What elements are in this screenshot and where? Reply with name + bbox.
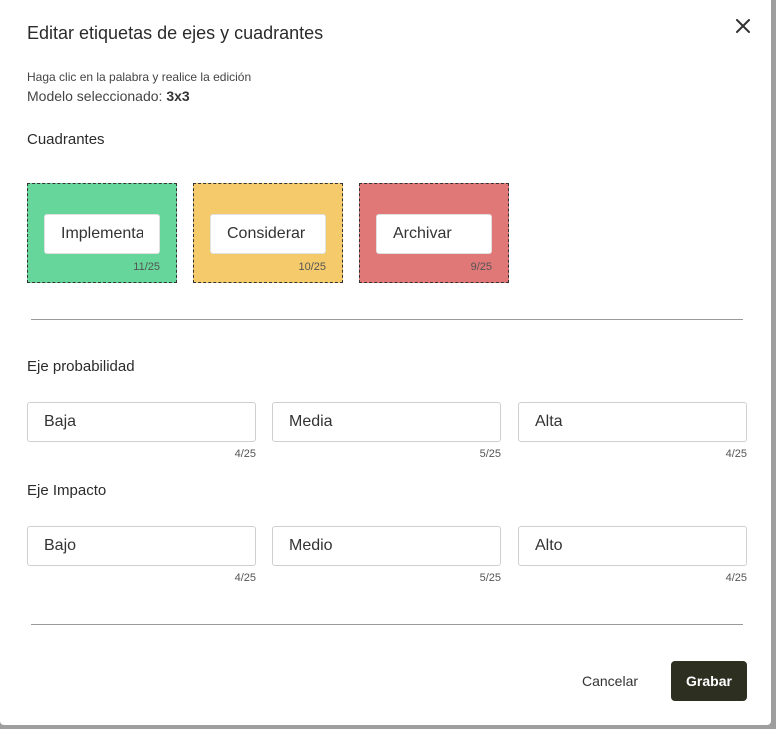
quadrant-2-input[interactable] [210,214,326,254]
selected-model-value: 3x3 [166,88,190,104]
close-button[interactable] [731,14,755,38]
impact-medium-input[interactable] [272,526,501,566]
quadrant-2-count: 10/25 [298,261,326,273]
divider [31,319,743,320]
quadrant-3-input[interactable] [376,214,492,254]
impact-high-count: 4/25 [725,572,747,584]
impact-axis-title: Eje Impacto [27,482,107,499]
probability-low-count: 4/25 [234,448,256,460]
quadrant-1: 11/25 [27,183,177,283]
probability-high-input[interactable] [518,402,747,442]
edit-labels-dialog: Editar etiquetas de ejes y cuadrantes Ha… [0,0,771,725]
probability-medium-input[interactable] [272,402,501,442]
close-icon [736,19,750,33]
selected-model-label: Modelo seleccionado: [27,88,167,104]
selected-model: Modelo seleccionado: 3x3 [27,88,190,104]
quadrant-1-count: 11/25 [133,261,160,273]
impact-low-count: 4/25 [234,572,256,584]
save-button[interactable]: Grabar [671,661,747,701]
cancel-button[interactable]: Cancelar [568,661,652,701]
quadrant-3-count: 9/25 [470,261,492,273]
divider [31,624,743,625]
dialog-title: Editar etiquetas de ejes y cuadrantes [27,23,324,43]
edit-hint: Haga clic en la palabra y realice la edi… [27,70,252,84]
probability-medium-count: 5/25 [479,448,501,460]
impact-low-input[interactable] [27,526,256,566]
probability-axis-title: Eje probabilidad [27,358,135,375]
quadrant-3: 9/25 [359,183,509,283]
quadrant-2: 10/25 [193,183,343,283]
impact-medium-count: 5/25 [479,572,501,584]
probability-low-input[interactable] [27,402,256,442]
impact-high-input[interactable] [518,526,747,566]
quadrant-1-input[interactable] [44,214,160,254]
probability-high-count: 4/25 [725,448,747,460]
quadrants-title: Cuadrantes [27,131,105,148]
